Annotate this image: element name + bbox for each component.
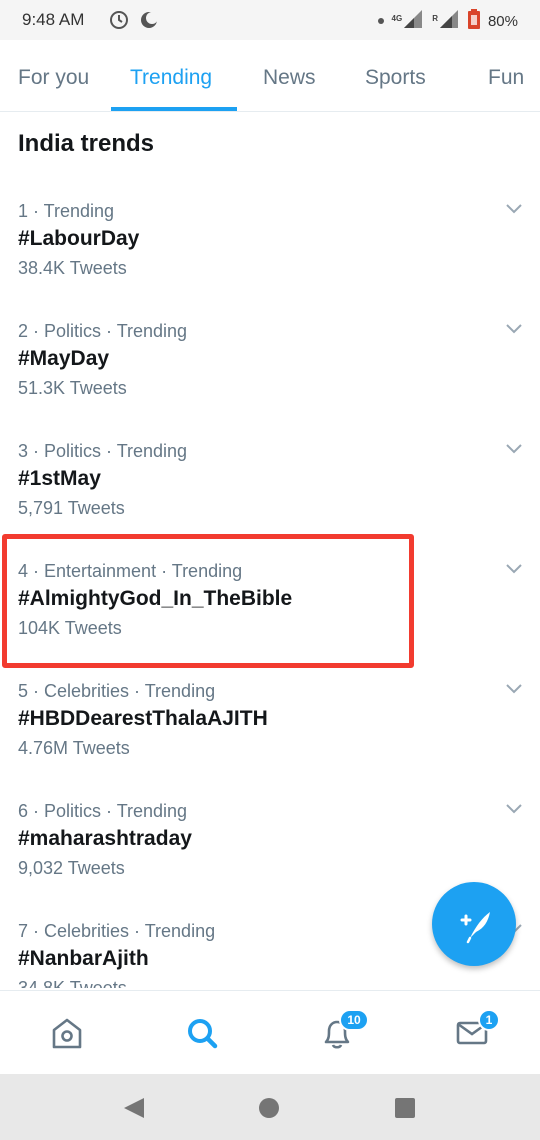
battery-icon: [467, 9, 480, 33]
trend-hashtag: #MayDay: [18, 347, 110, 370]
chevron-down-icon[interactable]: [504, 682, 524, 696]
home-icon: [52, 1018, 82, 1049]
do-not-disturb-moon-icon: [138, 9, 160, 36]
trend-tweet-count: 5,791 Tweets: [18, 498, 125, 518]
alarm-icon: [108, 9, 130, 36]
nav-notifications[interactable]: 10: [317, 1009, 369, 1053]
messages-badge: 1: [478, 1009, 500, 1031]
trend-tweet-count: 104K Tweets: [18, 618, 122, 638]
status-bar: 9:48 AM 4G R 80%: [0, 0, 540, 40]
trend-item[interactable]: 3 · Politics · Trending #1stMay 5,791 Tw…: [0, 428, 540, 548]
trend-tweet-count: 51.3K Tweets: [18, 378, 127, 398]
chevron-down-icon[interactable]: [504, 322, 524, 336]
trends-list: 1 · Trending #LabourDay 38.4K Tweets 2 ·…: [0, 188, 540, 988]
trend-hashtag: #AlmightyGod_In_TheBible: [18, 587, 293, 610]
trend-meta: 5 · Celebrities · Trending: [18, 681, 216, 701]
trend-meta: 2 · Politics · Trending: [18, 321, 188, 341]
trend-tweet-count: 34.8K Tweets: [18, 978, 127, 988]
chevron-down-icon[interactable]: [504, 442, 524, 456]
active-tab-indicator: [111, 107, 237, 111]
trend-hashtag: #HBDDearestThalaAJITH: [18, 707, 268, 730]
tab-fun[interactable]: Fun: [488, 66, 524, 90]
signal-icon-2: [439, 10, 460, 32]
tab-for-you[interactable]: For you: [18, 66, 89, 90]
home-circle-icon[interactable]: [258, 1097, 280, 1119]
nav-messages[interactable]: 1: [452, 1009, 500, 1053]
trend-hashtag: #maharashtraday: [18, 827, 192, 850]
trend-hashtag: #LabourDay: [18, 227, 140, 250]
system-navigation-bar: [0, 1074, 540, 1140]
tab-news[interactable]: News: [263, 66, 316, 90]
trend-hashtag: #NanbarAjith: [18, 947, 149, 970]
trend-meta: 6 · Politics · Trending: [18, 801, 188, 821]
nav-home[interactable]: [47, 1013, 87, 1053]
recents-square-icon[interactable]: [394, 1097, 416, 1119]
explore-tabs: For you Trending News Sports Fun: [0, 40, 540, 112]
trend-item[interactable]: 5 · Celebrities · Trending #HBDDearestTh…: [0, 668, 540, 788]
trend-item[interactable]: 2 · Politics · Trending #MayDay 51.3K Tw…: [0, 308, 540, 428]
bottom-navigation: 10 1: [0, 990, 540, 1074]
notifications-badge: 10: [339, 1009, 369, 1031]
trend-meta: 3 · Politics · Trending: [18, 441, 188, 461]
chevron-down-icon[interactable]: [504, 562, 524, 576]
notification-dot-icon: [377, 18, 384, 24]
signal-icon: [404, 10, 424, 32]
trend-item[interactable]: 4 · Entertainment · Trending #AlmightyGo…: [0, 548, 540, 668]
trend-tweet-count: 38.4K Tweets: [18, 258, 127, 278]
back-icon[interactable]: [122, 1096, 146, 1120]
status-time: 9:48 AM: [22, 10, 85, 29]
network-type-label: 4G: [391, 13, 403, 23]
trend-item[interactable]: 1 · Trending #LabourDay 38.4K Tweets: [0, 188, 540, 308]
compose-feather-icon: [460, 912, 490, 944]
battery-percent: 80%: [487, 12, 518, 30]
trend-tweet-count: 9,032 Tweets: [18, 858, 125, 878]
search-icon: [188, 1019, 218, 1049]
section-title: India trends: [18, 130, 155, 157]
trend-hashtag: #1stMay: [18, 467, 101, 490]
trend-tweet-count: 4.76M Tweets: [18, 738, 130, 758]
tab-trending[interactable]: Trending: [130, 66, 212, 90]
chevron-down-icon[interactable]: [504, 202, 524, 216]
roaming-label: R: [432, 13, 438, 23]
compose-tweet-button[interactable]: [432, 882, 516, 966]
tab-sports[interactable]: Sports: [365, 66, 426, 90]
trend-meta: 7 · Celebrities · Trending: [18, 921, 216, 941]
chevron-down-icon[interactable]: [504, 802, 524, 816]
trend-meta: 4 · Entertainment · Trending: [18, 561, 243, 581]
trend-meta: 1 · Trending: [18, 201, 115, 221]
nav-search[interactable]: [182, 1013, 222, 1053]
